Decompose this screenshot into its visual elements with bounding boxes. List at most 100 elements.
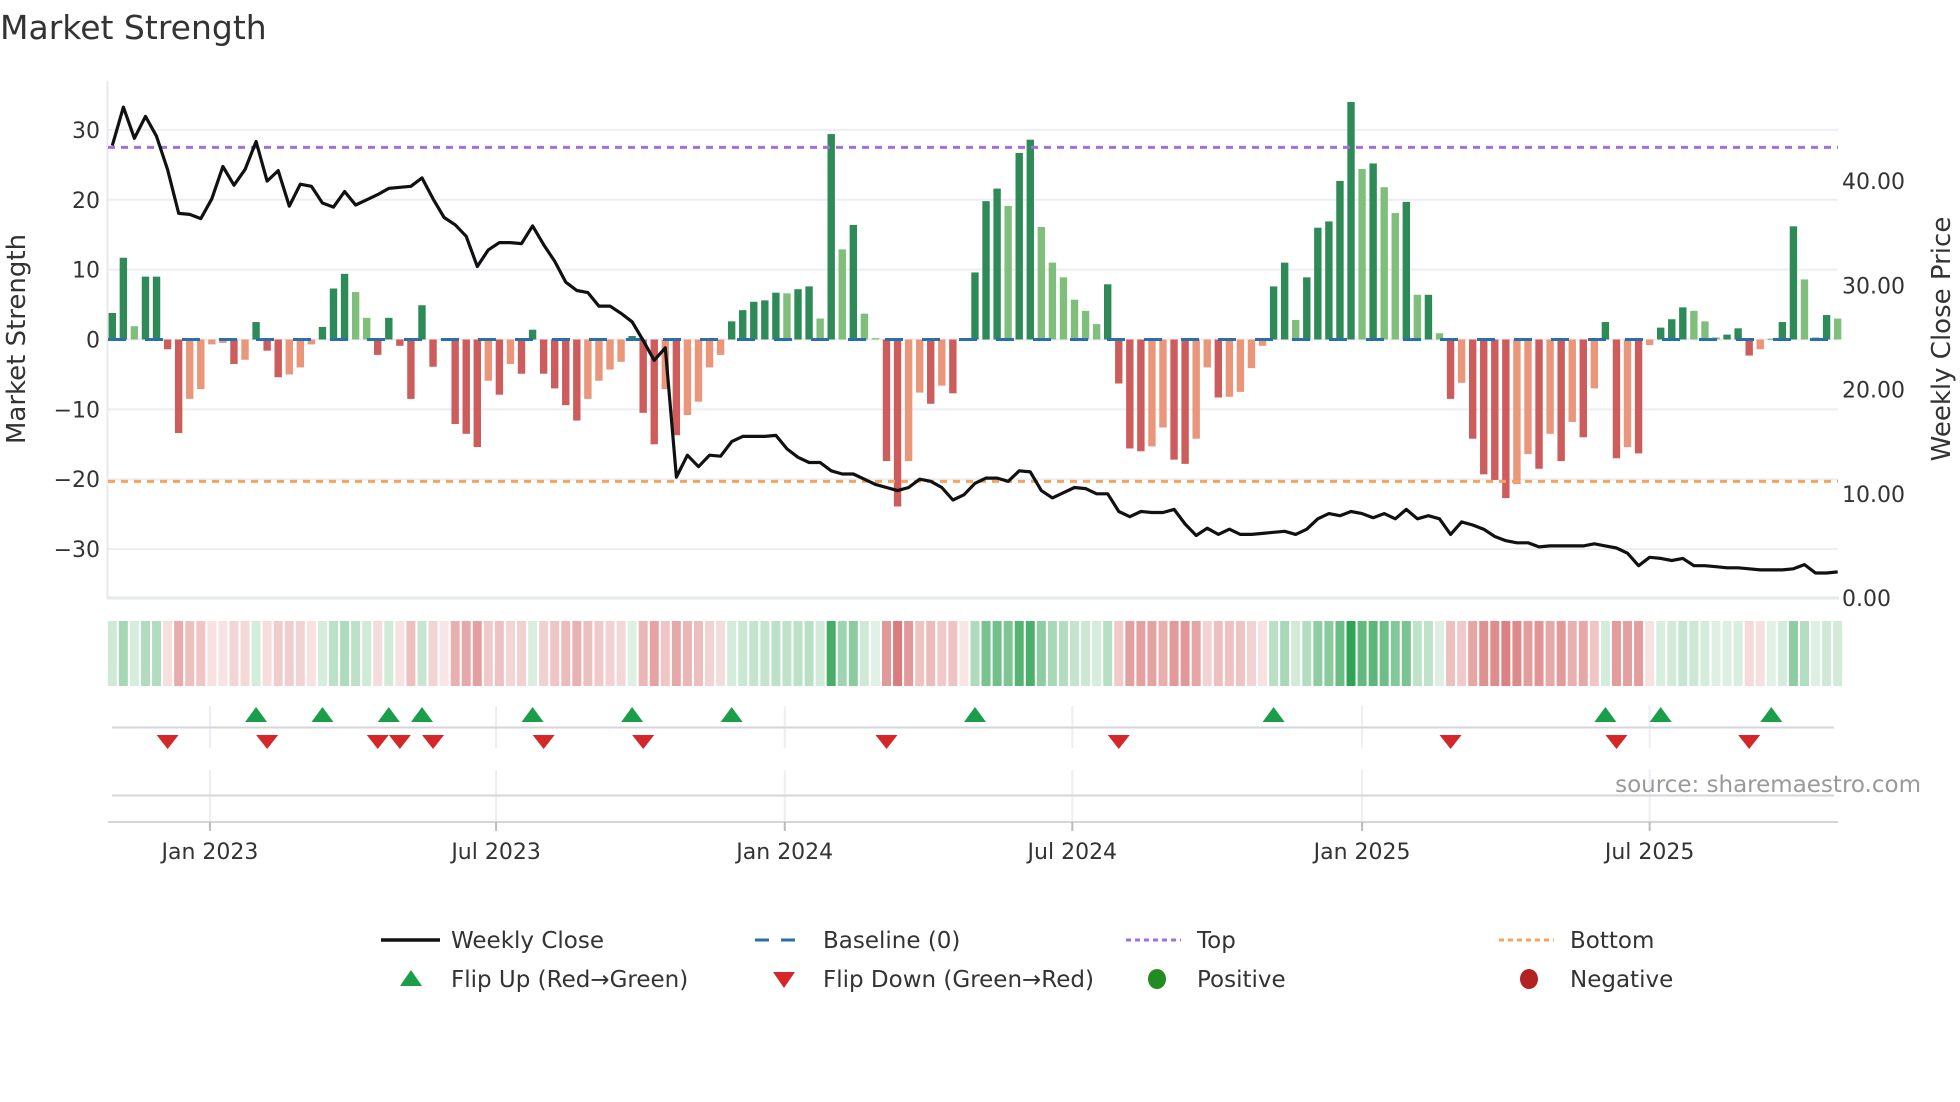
flip-down-marker xyxy=(156,735,179,749)
strength-bar xyxy=(1380,187,1388,340)
strength-bar xyxy=(473,339,481,448)
legend-baseline-label: Baseline (0) xyxy=(823,928,960,954)
heatmap-cell xyxy=(992,621,1002,686)
strength-bar xyxy=(385,317,393,340)
y-tick-label: 30 xyxy=(72,119,100,144)
heatmap-cell xyxy=(1523,621,1533,686)
heatmap-cell xyxy=(848,621,858,686)
heatmap-cell xyxy=(1235,621,1245,686)
strength-bar xyxy=(982,201,990,340)
strength-bar xyxy=(141,276,150,340)
heatmap-cell xyxy=(1412,621,1422,686)
y-tick-label: −10 xyxy=(54,398,100,423)
strength-bar xyxy=(1424,294,1433,340)
strength-bar xyxy=(783,293,791,340)
strength-bar xyxy=(418,305,426,340)
heatmap-cell xyxy=(1213,621,1223,686)
strength-bar xyxy=(1645,339,1654,346)
flip-down-marker xyxy=(632,735,655,749)
heatmap-cell xyxy=(727,621,737,686)
flip-up-marker xyxy=(1594,707,1617,722)
heatmap-cell xyxy=(1269,621,1279,686)
strength-bar xyxy=(1568,339,1576,422)
strength-bar xyxy=(1214,339,1222,398)
strength-bar xyxy=(429,339,437,367)
strength-bar xyxy=(1402,201,1411,340)
heatmap-cell xyxy=(472,621,482,686)
strength-bar xyxy=(1579,339,1587,438)
heatmap-cell xyxy=(1457,621,1467,686)
heatmap-cell xyxy=(373,621,383,686)
heatmap-cell xyxy=(859,621,869,686)
strength-bar xyxy=(1192,339,1200,439)
flip-down-marker xyxy=(875,735,898,749)
heatmap-cell xyxy=(1634,621,1644,686)
flip-down-marker xyxy=(388,735,411,749)
heatmap-cell xyxy=(793,621,803,686)
flip-down-marker xyxy=(1107,735,1130,749)
heatmap-cell xyxy=(362,621,372,686)
heatmap-cell xyxy=(140,621,150,686)
strength-bar xyxy=(152,276,161,340)
strength-bar xyxy=(1137,339,1145,452)
x-tick-label: Jan 2023 xyxy=(160,840,259,865)
strength-bar xyxy=(1391,213,1399,340)
strength-bar xyxy=(1623,339,1632,448)
heatmap-cell xyxy=(1435,621,1444,686)
strength-bar xyxy=(1778,322,1787,340)
strength-bar xyxy=(1325,221,1333,340)
heatmap-cell xyxy=(1114,621,1124,686)
strength-bar xyxy=(451,339,459,425)
strength-bar xyxy=(130,326,139,340)
legend-weekly-close-label: Weekly Close xyxy=(451,928,604,954)
heatmap-cell xyxy=(749,621,759,686)
heatmap-cell xyxy=(1700,621,1710,686)
heatmap-cell xyxy=(494,621,504,686)
strength-bar xyxy=(1026,139,1034,340)
strength-bar xyxy=(329,288,338,340)
strength-bar xyxy=(396,339,404,346)
strength-bar xyxy=(606,339,614,370)
strength-bar xyxy=(816,318,824,340)
strength-bar xyxy=(805,286,813,340)
x-tick-label: Jan 2024 xyxy=(734,840,833,865)
strength-bar xyxy=(108,312,116,340)
strength-bar xyxy=(208,339,216,345)
heatmap-cell xyxy=(705,621,715,686)
strength-bar xyxy=(1524,339,1532,455)
strength-bar xyxy=(694,339,703,402)
heatmap-cell xyxy=(1169,621,1179,686)
heatmap-cell xyxy=(439,621,449,686)
strength-bar xyxy=(739,310,747,340)
heatmap-cell xyxy=(1092,621,1102,686)
strength-bar xyxy=(1557,339,1565,462)
strength-bar xyxy=(462,339,470,434)
heatmap-cell xyxy=(528,621,538,686)
strength-bar xyxy=(1789,226,1798,340)
strength-bar xyxy=(1513,339,1521,485)
x-tick-label: Jul 2025 xyxy=(1603,840,1695,865)
strength-bar xyxy=(949,339,957,394)
heatmap-cell xyxy=(1512,621,1522,686)
left-axis-label: Market Strength xyxy=(2,234,32,444)
y-tick-label: −30 xyxy=(54,538,100,563)
heatmap-cell xyxy=(1766,621,1776,686)
heatmap-cell xyxy=(870,621,880,686)
strength-bar xyxy=(927,339,935,404)
flip-down-marker xyxy=(256,735,279,749)
heatmap-cell xyxy=(1468,621,1478,686)
strength-bar xyxy=(1070,299,1079,340)
heatmap-cell xyxy=(782,621,792,686)
strength-bar xyxy=(1336,180,1344,340)
heatmap-cell xyxy=(1324,621,1334,686)
strength-bar xyxy=(871,338,880,340)
y2-tick-label: 0.00 xyxy=(1842,587,1891,612)
strength-bar xyxy=(252,322,260,340)
heatmap-cell xyxy=(1070,621,1080,686)
legend-positive-label: Positive xyxy=(1197,967,1286,993)
heatmap-cell xyxy=(1081,621,1091,686)
strength-bar xyxy=(1159,339,1167,428)
heatmap-cell xyxy=(273,621,283,686)
heatmap-cell xyxy=(693,621,703,686)
heatmap-cell xyxy=(1036,621,1046,686)
